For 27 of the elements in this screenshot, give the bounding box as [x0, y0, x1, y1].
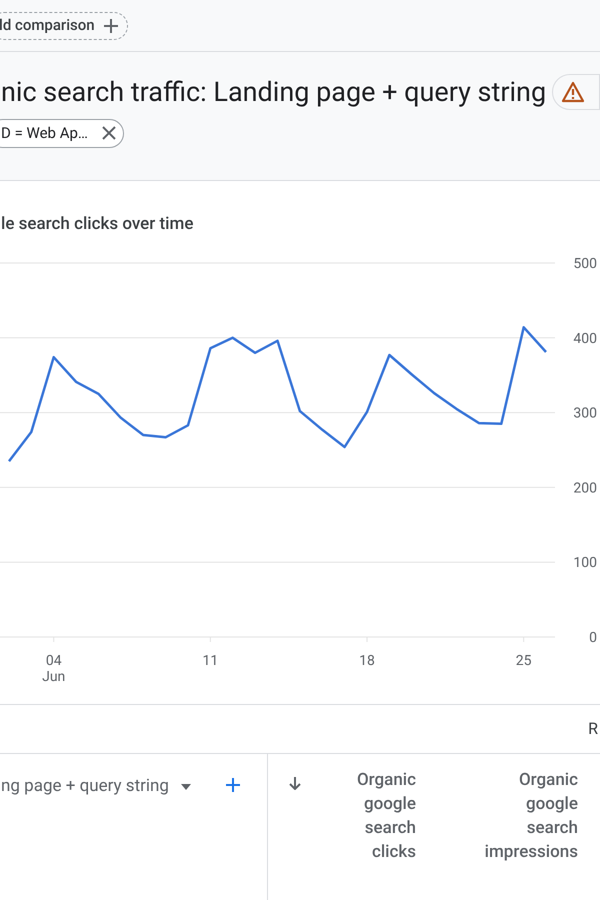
y-axis-label: 300 [573, 406, 597, 422]
sort-arrow-icon[interactable] [288, 776, 302, 790]
plus-icon [102, 18, 119, 34]
column-header[interactable]: Organic google search impressions [416, 768, 578, 900]
add-comparison-button[interactable]: ld comparison [0, 12, 128, 40]
close-icon[interactable] [101, 125, 117, 141]
x-axis-label: 25 [516, 653, 532, 669]
y-axis-label: 400 [573, 330, 597, 347]
x-axis-label: 04 [46, 653, 62, 669]
plus-icon[interactable] [225, 777, 241, 793]
y-axis-label: 0 [589, 630, 597, 646]
x-axis-month-label: Jun [42, 669, 66, 685]
chart-title: le search clicks over time [1, 213, 194, 236]
y-axis-label: 500 [573, 256, 597, 272]
filter-chip[interactable]: D = Web Ap… [0, 118, 124, 148]
caret-icon [180, 784, 191, 790]
filter-chip-label: D = Web Ap… [1, 122, 88, 144]
warning-icon [561, 81, 586, 104]
toolbar-text: R [588, 718, 598, 740]
x-axis-label: 11 [202, 653, 218, 669]
column-header[interactable]: Organic google search clicks [302, 768, 416, 900]
y-axis-label: 100 [573, 555, 597, 572]
warning-button[interactable] [552, 74, 600, 110]
report-title: nic search traffic: Landing page + query string [1, 75, 546, 110]
dimension-dropdown[interactable]: ng page + query string [1, 774, 191, 800]
x-axis-label: 18 [359, 653, 375, 669]
y-axis-label: 200 [573, 480, 597, 496]
